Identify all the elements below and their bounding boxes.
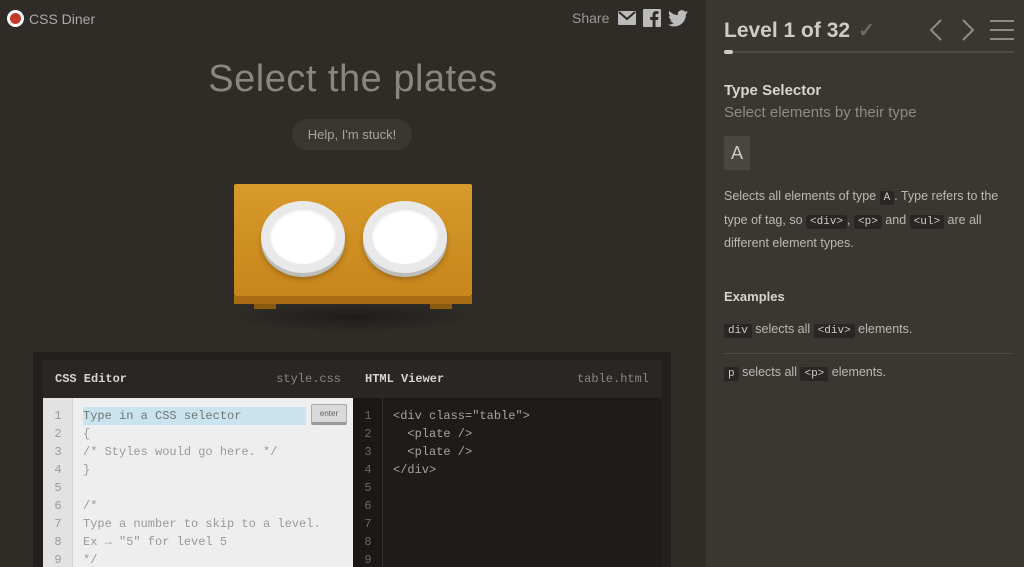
code-line: Ex → "5" for level 5	[83, 535, 228, 549]
line-number: 1	[364, 409, 372, 423]
level-sidebar: Level 1 of 32 ✓ Type Selector Select ele…	[706, 0, 1024, 567]
line-number: 8	[364, 535, 372, 549]
hint-code: <p>	[854, 214, 882, 229]
table-leg-left	[254, 304, 276, 309]
html-viewer-body: 1 <div class="table"> 2 <plate /> 3 <plat…	[353, 398, 661, 567]
line-number: 4	[54, 463, 62, 477]
example-code: <p>	[800, 367, 829, 381]
hint-code: <div>	[806, 214, 848, 229]
code-line: {	[83, 427, 91, 441]
markup-line	[383, 515, 393, 533]
line-number: 5	[54, 481, 62, 495]
level-header: Level 1 of 32 ✓	[724, 18, 875, 43]
css-editor-filename: style.css	[276, 372, 341, 386]
share-label: Share	[572, 10, 610, 26]
line-number: 7	[54, 517, 62, 531]
editor: CSS Editor style.css HTML Viewer table.h…	[33, 352, 671, 567]
example-text: elements.	[831, 365, 886, 379]
line-number: 1	[54, 409, 62, 423]
level-menu-button[interactable]	[990, 20, 1014, 40]
help-button[interactable]: Help, I'm stuck!	[292, 119, 412, 150]
plate[interactable]	[363, 201, 447, 273]
hint-text: Selects all elements of type	[724, 189, 877, 203]
level-progress-bar	[724, 50, 1014, 54]
twitter-icon[interactable]	[668, 9, 689, 27]
line-number: 4	[364, 463, 372, 477]
example-code: div	[724, 324, 752, 338]
enter-button[interactable]: enter	[311, 404, 347, 425]
selector-title: Select elements by their type	[724, 104, 917, 121]
previous-level-button[interactable]	[926, 16, 946, 44]
example-item: p selects all <p> elements.	[724, 365, 1014, 381]
code-line: }	[83, 463, 91, 477]
hint-code: A	[879, 191, 895, 205]
css-editor-body: 1 2 { 3 /* Styles would go here. */ 4} 5 6…	[43, 398, 353, 567]
line-number: 3	[364, 445, 372, 459]
example-code: p	[724, 367, 739, 381]
html-viewer-title: HTML Viewer	[365, 372, 445, 386]
markup-line[interactable]: <plate />	[383, 443, 472, 461]
line-number: 9	[364, 553, 372, 567]
html-viewer-filename: table.html	[576, 372, 649, 386]
line-number: 9	[54, 553, 62, 567]
hint-text: ,	[847, 212, 851, 227]
level-instruction: Select the plates	[208, 58, 498, 100]
code-line: /* Styles would go here. */	[83, 445, 278, 459]
logo-icon	[7, 10, 24, 27]
selector-hint: Selects all elements of type A. Type ref…	[724, 186, 1014, 255]
chevron-right-icon	[962, 19, 975, 41]
markup-line[interactable]: <plate />	[383, 425, 472, 443]
markup-line	[383, 497, 393, 515]
level-progress-fill	[724, 50, 733, 54]
css-editor-title: CSS Editor	[55, 372, 128, 386]
selector-syntax: A	[724, 136, 750, 170]
code-line: Type a number to skip to a level.	[83, 517, 321, 531]
line-number: 7	[364, 517, 372, 531]
menu-icon-bar	[990, 38, 1014, 40]
hint-text: and	[885, 212, 907, 227]
markup-line	[383, 533, 393, 551]
code-line: /*	[83, 499, 98, 513]
css-selector-input[interactable]	[83, 407, 306, 425]
html-viewer-header: HTML Viewer table.html	[353, 360, 661, 398]
checkmark-icon: ✓	[858, 20, 875, 42]
code-line: */	[83, 553, 98, 567]
line-number: 2	[364, 427, 372, 441]
example-text: selects all	[742, 365, 797, 379]
line-number: 5	[364, 481, 372, 495]
example-text: elements.	[858, 322, 913, 336]
menu-icon-bar	[990, 20, 1014, 22]
level-label: Level 1 of 32	[724, 18, 851, 42]
markup-line	[383, 551, 393, 567]
mail-icon[interactable]	[618, 11, 637, 25]
example-item: div selects all <div> elements.	[724, 322, 1014, 354]
plate[interactable]	[261, 201, 345, 273]
next-level-button[interactable]	[958, 16, 978, 44]
example-code: <div>	[813, 324, 855, 338]
line-number: 3	[54, 445, 62, 459]
chevron-left-icon	[929, 19, 942, 41]
markup-line	[383, 479, 393, 497]
table-edge	[234, 296, 472, 304]
example-text: selects all	[755, 322, 811, 336]
markup-line[interactable]: </div>	[383, 461, 436, 479]
table-leg-right	[430, 304, 452, 309]
facebook-icon[interactable]	[643, 9, 662, 27]
hint-code: <ul>	[909, 214, 945, 229]
markup-line[interactable]: <div class="table">	[383, 407, 530, 425]
menu-icon-bar	[990, 29, 1014, 31]
line-number: 8	[54, 535, 62, 549]
app-name: CSS Diner	[29, 10, 96, 27]
css-editor-header: CSS Editor style.css	[43, 360, 353, 398]
app-logo[interactable]: CSS Diner	[7, 10, 95, 27]
line-number: 6	[364, 499, 372, 513]
line-number: 2	[54, 427, 62, 441]
selector-name: Type Selector	[724, 82, 822, 99]
line-number: 6	[54, 499, 62, 513]
share-bar: Share	[572, 9, 689, 27]
examples-title: Examples	[724, 289, 785, 304]
